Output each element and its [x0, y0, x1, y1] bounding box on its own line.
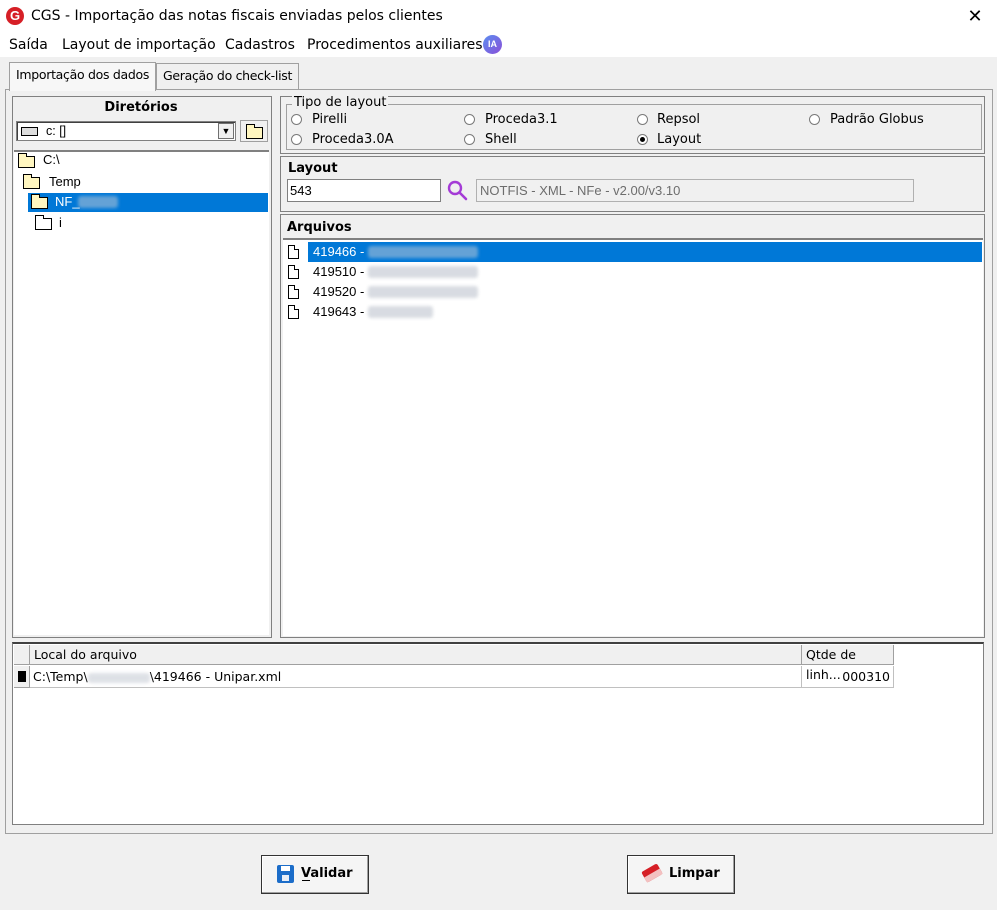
folder-icon [35, 215, 52, 230]
disk-shutter [282, 875, 289, 881]
list-item[interactable]: 419643 - [313, 304, 364, 319]
tree-item-nf[interactable]: NF_ [55, 194, 80, 209]
close-button[interactable]: ✕ [962, 4, 988, 28]
table-row[interactable]: C:\Temp\ \419466 - Unipar.xml [30, 666, 802, 688]
browse-folder-button[interactable] [240, 120, 268, 142]
redacted-text [368, 246, 478, 258]
drive-value: c: [] [46, 124, 67, 138]
validate-button[interactable]: Validar [261, 855, 369, 894]
radio-proceda30a[interactable] [291, 134, 302, 145]
document-icon [288, 305, 299, 319]
radio-label-proceda30a[interactable]: Proceda3.0A [312, 132, 394, 147]
redacted-text [78, 196, 118, 208]
row-indicator-icon [18, 671, 26, 682]
tree-item-root[interactable]: C:\ [43, 152, 60, 167]
tree-item-i[interactable]: i [59, 215, 62, 230]
menu-item-procedimentos[interactable]: Procedimentos auxiliares [307, 37, 483, 53]
disk-label [281, 866, 290, 871]
line-count-cell[interactable]: 000310 [802, 666, 894, 688]
document-icon [288, 245, 299, 259]
mnemonic-underline [302, 880, 310, 881]
row-indicator [14, 666, 30, 688]
drive-icon [21, 127, 38, 136]
clear-label: Limpar [669, 866, 720, 881]
layout-label: Layout [288, 161, 338, 176]
radio-label-proceda31[interactable]: Proceda3.1 [485, 112, 558, 127]
tab-importacao[interactable]: Importação dos dados [9, 62, 157, 91]
tab-checklist[interactable]: Geração do check-list [156, 63, 300, 90]
layout-code-input[interactable]: 543 [287, 179, 441, 202]
radio-label-layout[interactable]: Layout [657, 132, 701, 147]
redacted-text [368, 286, 478, 298]
file-path-prefix: C:\Temp\ [33, 669, 88, 684]
column-header-qtde[interactable]: Qtde de linh... [802, 645, 894, 682]
eraser-icon [641, 863, 663, 883]
radio-shell[interactable] [464, 134, 475, 145]
redacted-text [368, 306, 433, 318]
search-icon[interactable] [447, 180, 468, 201]
radio-layout[interactable] [637, 134, 648, 145]
document-icon [288, 265, 299, 279]
clear-button[interactable]: Limpar [627, 855, 735, 894]
radio-label-repsol[interactable]: Repsol [657, 112, 700, 127]
table-corner [14, 645, 30, 665]
radio-label-padrao-globus[interactable]: Padrão Globus [830, 112, 924, 127]
menu-item-cadastros[interactable]: Cadastros [225, 37, 295, 53]
layout-description-field: NOTFIS - XML - NFe - v2.00/v3.10 [476, 179, 914, 202]
directory-tree[interactable] [14, 150, 269, 635]
layout-type-label: Tipo de layout [292, 95, 389, 110]
list-item[interactable]: 419510 - [313, 264, 364, 279]
column-header-local[interactable]: Local do arquivo [30, 645, 802, 665]
open-folder-icon [31, 194, 48, 209]
ia-assistant-icon[interactable]: IA [483, 35, 502, 54]
save-disk-icon [277, 865, 294, 883]
validate-label: Validar [301, 866, 353, 881]
list-item[interactable]: 419520 - [313, 284, 364, 299]
tree-item-temp[interactable]: Temp [49, 174, 81, 189]
redacted-text [87, 672, 150, 683]
files-label: Arquivos [287, 220, 352, 235]
radio-pirelli[interactable] [291, 114, 302, 125]
redacted-text [368, 266, 478, 278]
list-item[interactable]: 419466 - [313, 244, 364, 259]
menu-item-layout-importacao[interactable]: Layout de importação [62, 37, 216, 53]
radio-label-pirelli[interactable]: Pirelli [312, 112, 347, 127]
directories-title: Diretórios [104, 100, 178, 115]
open-folder-icon [246, 124, 263, 139]
radio-label-shell[interactable]: Shell [485, 132, 517, 147]
file-path-suffix: \419466 - Unipar.xml [149, 669, 282, 684]
chevron-down-icon[interactable]: ▼ [218, 123, 234, 139]
eraser-tip [644, 868, 663, 883]
radio-padrao-globus[interactable] [809, 114, 820, 125]
radio-repsol[interactable] [637, 114, 648, 125]
document-icon [288, 285, 299, 299]
app-logo-icon: G [6, 7, 24, 25]
open-folder-icon [23, 174, 40, 189]
radio-proceda31[interactable] [464, 114, 475, 125]
open-folder-icon [18, 153, 35, 168]
window-title: CGS - Importação das notas fiscais envia… [31, 8, 443, 24]
menu-item-saida[interactable]: Saída [9, 37, 48, 53]
